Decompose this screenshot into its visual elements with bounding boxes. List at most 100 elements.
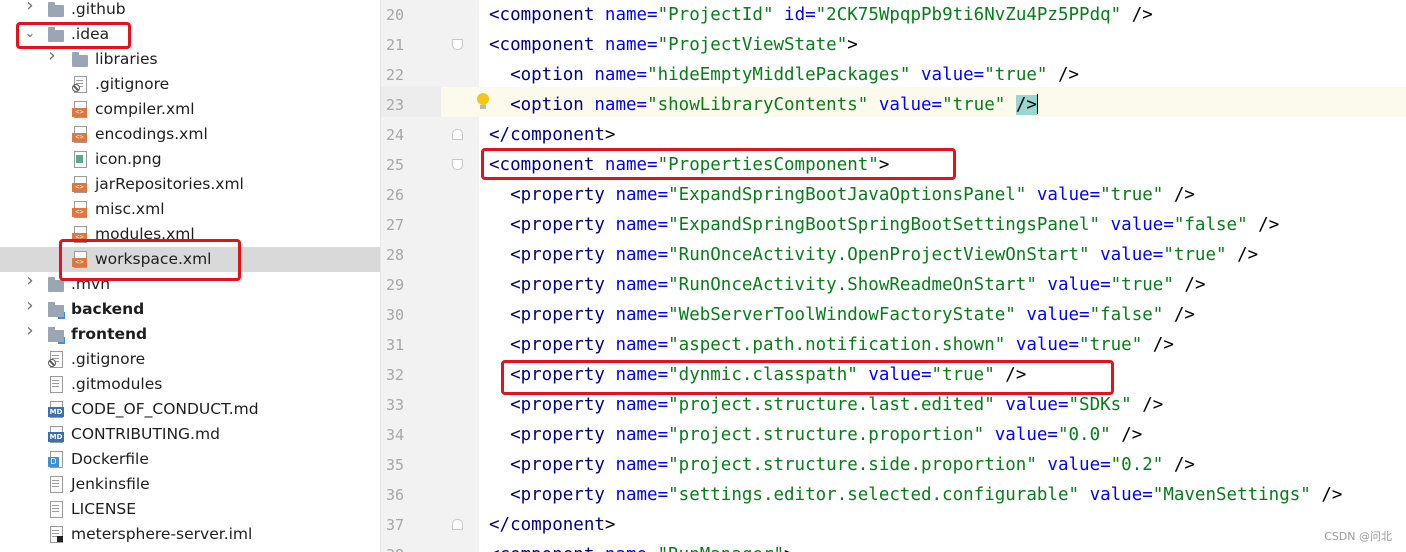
code-token: "false" bbox=[1089, 305, 1174, 325]
code-line[interactable]: 24 </component> bbox=[381, 117, 1406, 147]
tree-item[interactable]: › frontend bbox=[0, 322, 380, 347]
line-number: 29 bbox=[386, 276, 405, 294]
chevron-down-icon[interactable]: ⌄ bbox=[24, 27, 36, 41]
tree-item-label: compiler.xml bbox=[95, 100, 195, 118]
code-token: value= bbox=[921, 65, 985, 85]
fold-marker-icon[interactable] bbox=[452, 129, 463, 140]
code-token: <property bbox=[510, 455, 616, 475]
tree-item[interactable]: .gitignore bbox=[0, 347, 380, 372]
chevron-right-icon[interactable]: › bbox=[46, 47, 58, 65]
tree-item[interactable]: › libraries bbox=[0, 47, 380, 72]
code-line[interactable]: 22 <option name="hideEmptyMiddlePackages… bbox=[381, 57, 1406, 87]
tree-item[interactable]: D Dockerfile bbox=[0, 447, 380, 472]
code-token: > bbox=[878, 155, 890, 175]
tree-item[interactable]: .gitignore bbox=[0, 72, 380, 97]
code-line[interactable]: 29 <property name="RunOnceActivity.ShowR… bbox=[381, 267, 1406, 297]
tree-item[interactable]: <> compiler.xml bbox=[0, 97, 380, 122]
code-line[interactable]: 23 <option name="showLibraryContents" va… bbox=[381, 87, 1406, 117]
fold-marker-icon[interactable] bbox=[452, 519, 463, 530]
code-line[interactable]: 27 <property name="ExpandSpringBootSprin… bbox=[381, 207, 1406, 237]
tree-item-label: modules.xml bbox=[95, 225, 195, 243]
code-token: <property bbox=[510, 425, 616, 445]
tree-item-label: .github bbox=[71, 0, 126, 18]
code-line[interactable]: 34 <property name="project.structure.pro… bbox=[381, 417, 1406, 447]
code-token: name= bbox=[615, 245, 669, 265]
code-line[interactable]: 38 <component name="RunManager"> bbox=[381, 537, 1406, 552]
code-line[interactable]: 25 <component name="PropertiesComponent"> bbox=[381, 147, 1406, 177]
code-line[interactable]: 35 <property name="project.structure.sid… bbox=[381, 447, 1406, 477]
tree-item[interactable]: <> jarRepositories.xml bbox=[0, 172, 380, 197]
tree-item-label: frontend bbox=[71, 325, 148, 343]
line-number: 36 bbox=[386, 486, 405, 504]
code-token: name= bbox=[594, 65, 648, 85]
code-token: name= bbox=[615, 425, 669, 445]
tree-item[interactable]: <> workspace.xml bbox=[0, 247, 380, 272]
chevron-right-icon[interactable]: › bbox=[24, 0, 36, 15]
code-text: <property name="project.structure.side.p… bbox=[489, 447, 1195, 477]
code-token: "ExpandSpringBootJavaOptionsPanel" bbox=[668, 185, 1037, 205]
code-text: <component name="ProjectViewState"> bbox=[489, 27, 858, 57]
tree-item[interactable]: MD CODE_OF_CONDUCT.md bbox=[0, 397, 380, 422]
tree-item[interactable]: LICENSE bbox=[0, 497, 380, 522]
watermark: CSDN @问北 bbox=[1324, 530, 1392, 543]
code-editor[interactable]: 20 <component name="ProjectId" id="2CK75W… bbox=[381, 0, 1406, 552]
tree-item[interactable]: › .mvn bbox=[0, 272, 380, 297]
chevron-right-icon[interactable]: › bbox=[24, 272, 36, 290]
xml-file-icon: <> bbox=[72, 176, 88, 193]
code-line[interactable]: 28 <property name="RunOnceActivity.OpenP… bbox=[381, 237, 1406, 267]
code-line[interactable]: 26 <property name="ExpandSpringBootJavaO… bbox=[381, 177, 1406, 207]
tree-item[interactable]: Jenkinsfile bbox=[0, 472, 380, 497]
chevron-right-icon[interactable]: › bbox=[24, 322, 36, 340]
chevron-right-icon[interactable]: › bbox=[24, 297, 36, 315]
tree-item[interactable]: icon.png bbox=[0, 147, 380, 172]
code-token: value= bbox=[868, 365, 932, 385]
lightbulb-icon[interactable] bbox=[477, 93, 489, 111]
tree-item-label: icon.png bbox=[95, 150, 162, 168]
code-text: <property name="project.structure.last.e… bbox=[489, 387, 1163, 417]
folder-icon bbox=[48, 1, 64, 18]
code-token: name= bbox=[615, 485, 669, 505]
code-text: </component> bbox=[489, 507, 615, 537]
line-number: 34 bbox=[386, 426, 405, 444]
markdown-file-icon: MD bbox=[48, 426, 64, 443]
code-token: "true" bbox=[984, 65, 1058, 85]
tree-item-label: Dockerfile bbox=[71, 450, 149, 468]
code-line[interactable]: 31 <property name="aspect.path.notificat… bbox=[381, 327, 1406, 357]
tree-item[interactable]: .gitmodules bbox=[0, 372, 380, 397]
tree-item[interactable]: ⌄ .idea bbox=[0, 22, 380, 47]
text-file-icon bbox=[48, 501, 64, 518]
code-text: <component name="PropertiesComponent"> bbox=[489, 147, 889, 177]
fold-marker-icon[interactable] bbox=[452, 159, 463, 170]
code-line[interactable]: 20 <component name="ProjectId" id="2CK75W… bbox=[381, 0, 1406, 27]
code-token: <property bbox=[510, 185, 616, 205]
code-line[interactable]: 33 <property name="project.structure.las… bbox=[381, 387, 1406, 417]
tree-item[interactable]: <> encodings.xml bbox=[0, 122, 380, 147]
code-text: <property name="RunOnceActivity.ShowRead… bbox=[489, 267, 1205, 297]
folder-icon bbox=[48, 276, 64, 293]
code-token: <option bbox=[510, 65, 595, 85]
line-number: 22 bbox=[386, 66, 405, 84]
iml-file-icon bbox=[48, 526, 64, 543]
code-line[interactable]: 21 <component name="ProjectViewState"> bbox=[381, 27, 1406, 57]
code-line[interactable]: 36 <property name="settings.editor.selec… bbox=[381, 477, 1406, 507]
tree-item[interactable]: <> modules.xml bbox=[0, 222, 380, 247]
code-token: /> bbox=[1173, 305, 1195, 325]
code-line[interactable]: 32 <property name="dynmic.classpath" val… bbox=[381, 357, 1406, 387]
code-token: "project.structure.proportion" bbox=[668, 425, 995, 445]
tree-item[interactable]: › backend bbox=[0, 297, 380, 322]
code-text: <property name="WebServerToolWindowFacto… bbox=[489, 297, 1195, 327]
code-line[interactable]: 37 </component> bbox=[381, 507, 1406, 537]
tree-item-label: .mvn bbox=[71, 275, 111, 293]
tree-item[interactable]: <> misc.xml bbox=[0, 197, 380, 222]
fold-marker-icon[interactable] bbox=[452, 39, 463, 50]
line-number: 26 bbox=[386, 186, 405, 204]
tree-item[interactable]: metersphere-server.iml bbox=[0, 522, 380, 547]
code-line[interactable]: 30 <property name="WebServerToolWindowFa… bbox=[381, 297, 1406, 327]
xml-file-icon: <> bbox=[72, 201, 88, 218]
code-token: value= bbox=[1047, 455, 1111, 475]
tree-item[interactable]: MD CONTRIBUTING.md bbox=[0, 422, 380, 447]
tree-item[interactable]: › .github bbox=[0, 0, 380, 22]
